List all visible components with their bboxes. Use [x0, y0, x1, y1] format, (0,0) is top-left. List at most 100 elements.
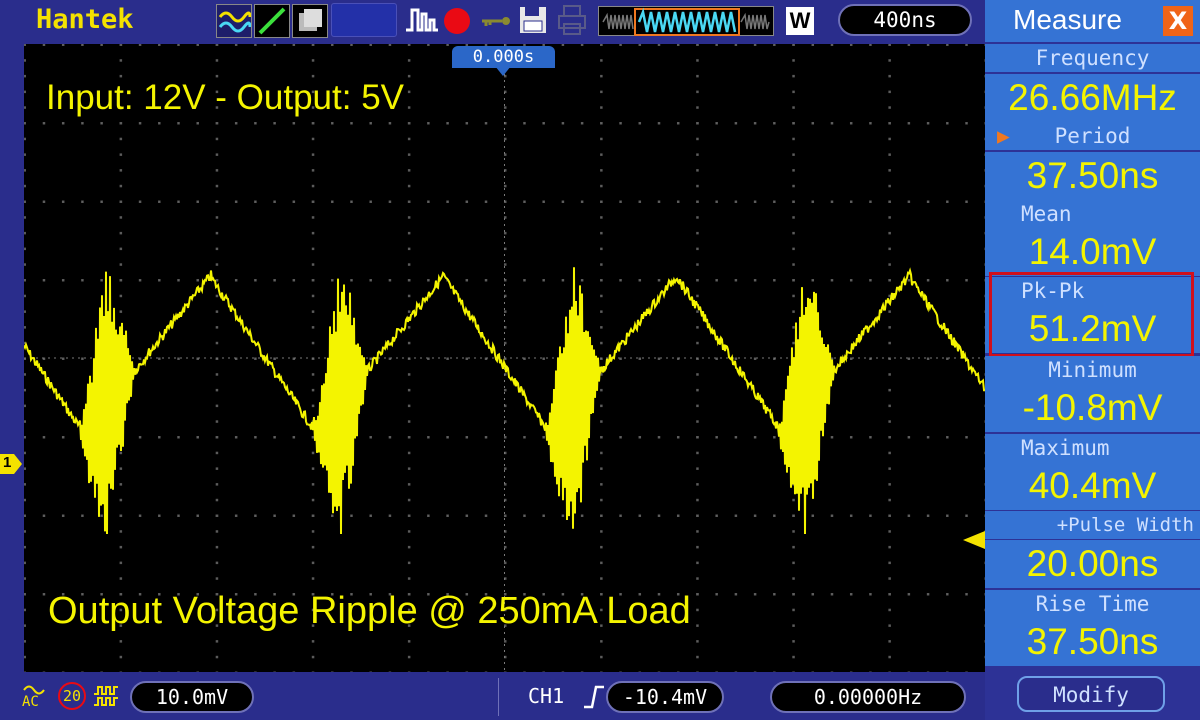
grid-dot: [696, 561, 699, 565]
measure-label-mean[interactable]: Mean: [985, 200, 1200, 228]
grid-dot: [350, 122, 353, 125]
measure-label-maximum[interactable]: Maximum: [985, 434, 1200, 462]
grid-dot: [331, 514, 334, 517]
grid-dot: [696, 216, 699, 219]
grid-dot: [715, 357, 718, 360]
grid-dot: [446, 122, 449, 125]
grid-dot: [715, 436, 718, 439]
grid-dot: [888, 122, 891, 125]
measure-label-period[interactable]: ▶ Period: [985, 122, 1200, 150]
measure-value-rise-time: 37.50ns: [985, 618, 1200, 666]
timebase-readout[interactable]: 400ns: [838, 4, 972, 36]
print-icon[interactable]: [556, 4, 588, 36]
ac-coupling-icon[interactable]: AC: [22, 682, 50, 714]
trigger-level-marker[interactable]: [963, 531, 985, 549]
grid-dot: [580, 514, 584, 517]
close-button[interactable]: X: [1163, 6, 1193, 36]
grid-dot: [849, 593, 853, 596]
modify-button[interactable]: Modify: [1017, 676, 1165, 712]
record-icon[interactable]: [442, 4, 472, 36]
grid-dot: [869, 514, 872, 517]
grid-dot: [196, 279, 199, 282]
grid-dot: [465, 122, 469, 125]
trigger-position-label[interactable]: 0.000s: [452, 46, 555, 68]
grid-dot: [273, 279, 276, 282]
grid-dot: [907, 357, 911, 360]
trigger-source-label[interactable]: CH1: [528, 684, 564, 708]
waveform-mode-icon[interactable]: [216, 4, 252, 38]
grid-dot: [215, 483, 219, 486]
grid-dot: [158, 514, 161, 517]
grid-dot: [42, 122, 46, 125]
grid-dot: [138, 514, 142, 517]
grid-dot: [24, 498, 26, 502]
grid-dot: [215, 247, 219, 251]
trigger-level-readout[interactable]: -10.4mV: [606, 681, 724, 713]
grid-dot: [407, 247, 411, 251]
grid-dot: [600, 451, 603, 455]
invert-icon[interactable]: [92, 684, 120, 708]
grid-dot: [792, 153, 795, 156]
grid-dot: [792, 593, 795, 596]
grid-dot: [888, 514, 891, 517]
grid-dot: [965, 200, 968, 203]
key-icon[interactable]: [478, 4, 512, 36]
grid-dot: [830, 436, 834, 439]
grid-dot: [24, 279, 26, 282]
grid-dot: [773, 44, 776, 46]
grid-dot: [888, 624, 891, 627]
grid-dot: [42, 436, 46, 439]
grid-dot: [888, 577, 891, 580]
grid-dot: [350, 200, 353, 203]
grid-dot: [696, 451, 699, 455]
save-icon[interactable]: [518, 4, 548, 36]
bandwidth-limit-icon[interactable]: 20: [58, 682, 86, 710]
grid-dot: [407, 59, 411, 62]
grid-dot: [24, 310, 26, 313]
xy-mode-icon[interactable]: [254, 4, 290, 38]
grid-dot: [600, 514, 603, 517]
grid-dot: [638, 514, 642, 517]
grid-dot: [407, 122, 411, 125]
grid-dot: [869, 436, 872, 439]
grid-dot: [946, 122, 949, 125]
grid-dot: [946, 436, 949, 439]
persistence-icon[interactable]: [292, 4, 328, 38]
grid-dot: [926, 436, 930, 439]
ch1-ground-marker[interactable]: 1: [0, 454, 22, 474]
grid-dot: [811, 44, 815, 46]
grid-dot: [888, 137, 891, 141]
rising-edge-icon[interactable]: [582, 683, 606, 711]
grid-dot: [888, 279, 891, 282]
grid-dot: [600, 74, 603, 78]
waveform-overview-bar[interactable]: [598, 6, 774, 36]
volts-per-div-readout[interactable]: 10.0mV: [130, 681, 254, 713]
grid-dot: [734, 44, 738, 46]
grid-dot: [119, 247, 123, 251]
measure-label-frequency[interactable]: Frequency: [985, 44, 1200, 72]
grid-dot: [177, 122, 180, 125]
grid-dot: [638, 436, 642, 439]
measure-label-rise-time[interactable]: Rise Time: [985, 590, 1200, 618]
measure-label-minimum[interactable]: Minimum: [985, 356, 1200, 384]
grid-dot: [696, 279, 699, 282]
grid-dot: [311, 514, 315, 517]
grid-dot: [888, 59, 891, 62]
grid-dot: [61, 357, 65, 360]
grid-dot: [119, 122, 123, 125]
grid-dot: [311, 137, 315, 141]
grid-dot: [311, 388, 315, 392]
grid-dot: [215, 404, 219, 408]
grid-dot: [542, 357, 545, 360]
measure-label-pulse-width[interactable]: +Pulse Width: [985, 511, 1200, 539]
grid-dot: [907, 514, 911, 517]
grid-dot: [504, 216, 507, 219]
grid-dot: [215, 498, 219, 502]
grid-dot: [24, 577, 26, 580]
window-zoom-button[interactable]: W: [786, 7, 814, 35]
grid-dot: [388, 200, 392, 203]
measure-value-frequency: 26.66MHz: [985, 74, 1200, 122]
pulse-trigger-icon[interactable]: [404, 4, 440, 36]
grid-dot: [580, 122, 584, 125]
grid-dot: [427, 436, 430, 439]
